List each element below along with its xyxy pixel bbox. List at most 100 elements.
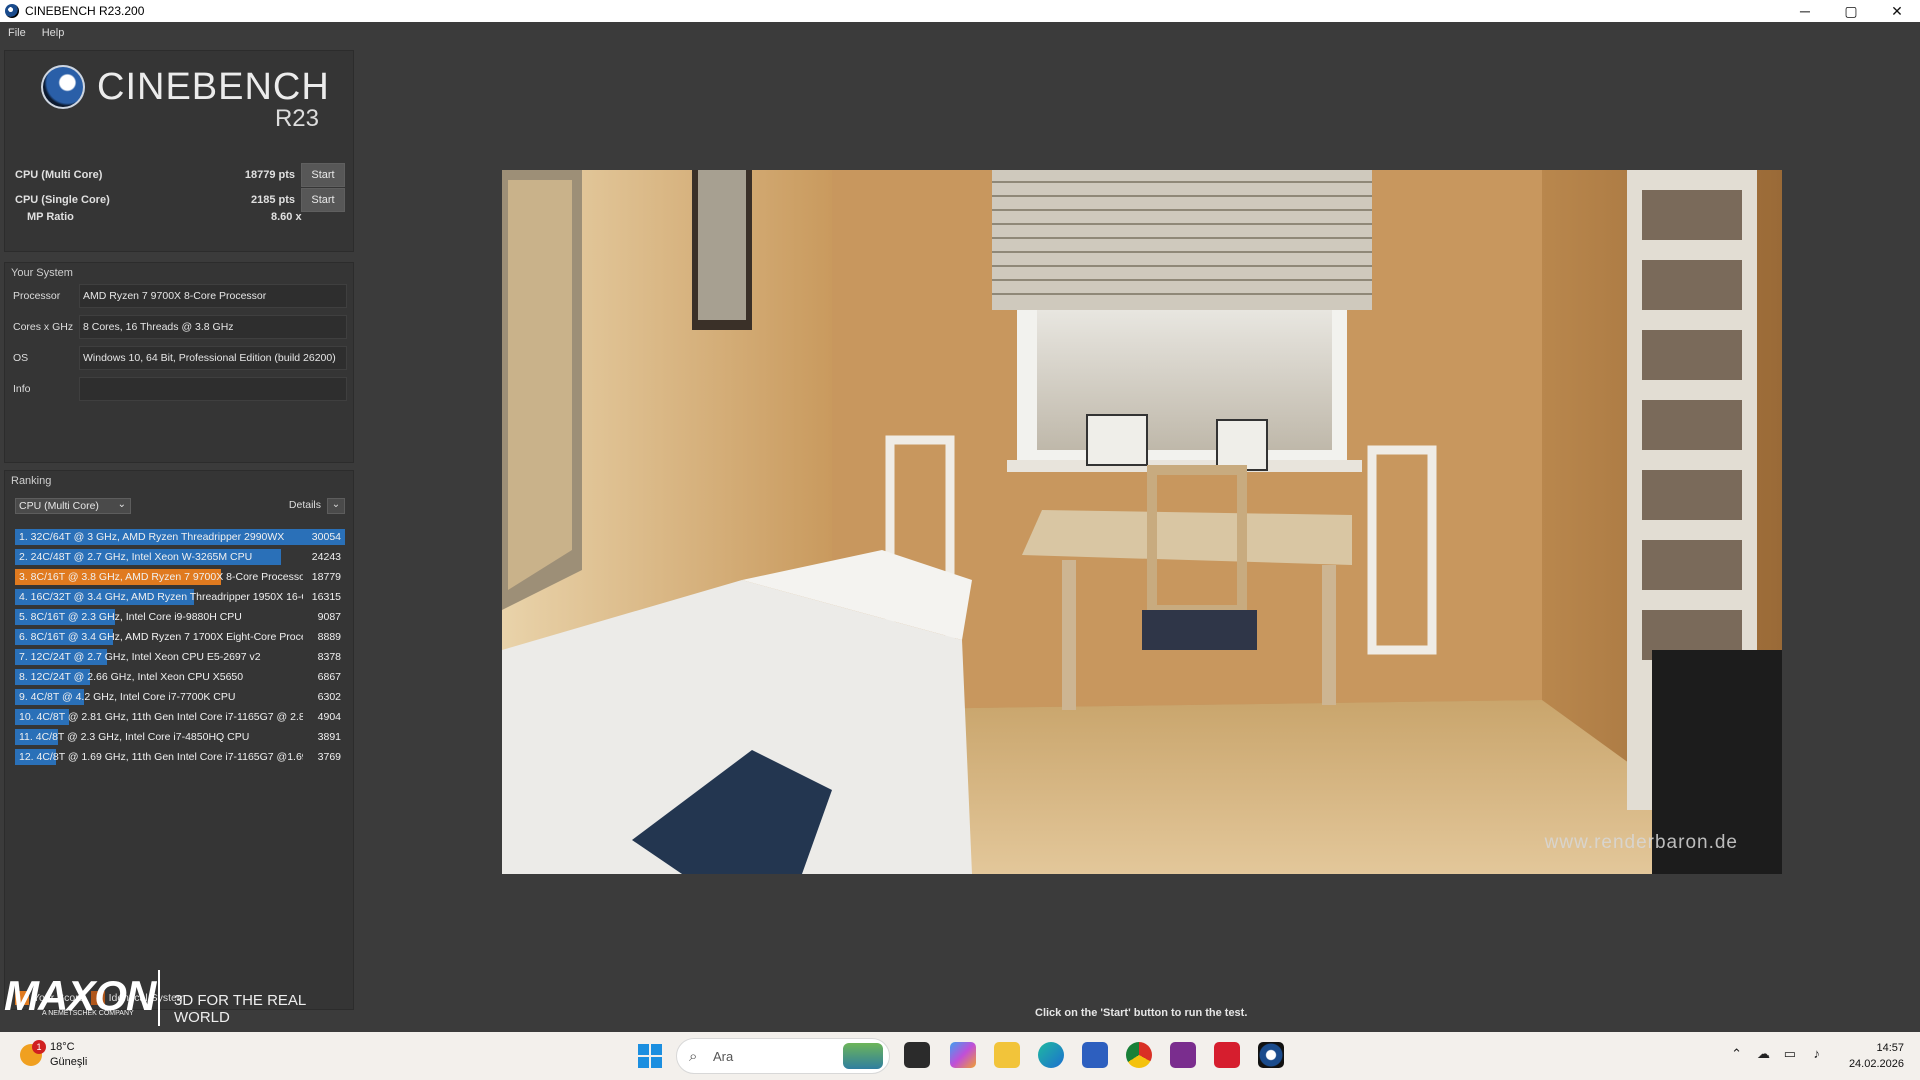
ranking-cpu-name: 8. 12C/24T @ 2.66 GHz, Intel Xeon CPU X5… <box>19 671 244 683</box>
ranking-title: Ranking <box>11 475 52 487</box>
taskbar-clock[interactable]: 14:57 24.02.2026 <box>1849 1040 1904 1072</box>
ranking-cpu-name: 7. 12C/24T @ 2.7 GHz, Intel Xeon CPU E5-… <box>19 651 261 663</box>
ranking-score-value: 18779 <box>311 571 341 583</box>
ranking-row[interactable]: 2. 24C/48T @ 2.7 GHz, Intel Xeon W-3265M… <box>15 547 345 567</box>
ranking-row[interactable]: 5. 8C/16T @ 2.3 GHz, Intel Core i9-9880H… <box>15 607 345 627</box>
file-explorer-icon[interactable] <box>994 1042 1020 1068</box>
chevron-down-icon: ⌄ <box>117 499 126 510</box>
ranking-cpu-name: 5. 8C/16T @ 2.3 GHz, Intel Core i9-9880H… <box>19 611 242 623</box>
ranking-cpu-name: 1. 32C/64T @ 3 GHz, AMD Ryzen Threadripp… <box>19 531 285 543</box>
ranking-mode-dropdown[interactable]: CPU (Multi Core) ⌄ <box>15 498 131 514</box>
ranking-cpu-name: 2. 24C/48T @ 2.7 GHz, Intel Xeon W-3265M… <box>19 551 253 563</box>
volume-icon[interactable]: ♪ <box>1814 1046 1821 1061</box>
sun-icon: 1 <box>20 1040 46 1066</box>
maxon-tagline: 3D FOR THE REAL WORLD <box>174 992 306 1026</box>
info-field[interactable] <box>79 377 347 401</box>
ranking-score-value: 16315 <box>311 591 341 603</box>
taskbar-search[interactable]: ⌕ Ara <box>676 1038 890 1074</box>
render-watermark: www.renderbaron.de <box>1544 832 1738 853</box>
ranking-row[interactable]: 10. 4C/8T @ 2.81 GHz, 11th Gen Intel Cor… <box>15 707 345 727</box>
multi-core-start-button[interactable]: Start <box>301 163 345 187</box>
ranking-score-value: 9087 <box>317 611 341 623</box>
ranking-cpu-name: 10. 4C/8T @ 2.81 GHz, 11th Gen Intel Cor… <box>19 711 303 723</box>
ranking-row[interactable]: 9. 4C/8T @ 4.2 GHz, Intel Core i7-7700K … <box>15 687 345 707</box>
menu-help[interactable]: Help <box>34 27 73 39</box>
render-viewport: www.renderbaron.de <box>502 170 1782 874</box>
ranking-row[interactable]: 12. 4C/8T @ 1.69 GHz, 11th Gen Intel Cor… <box>15 747 345 767</box>
notification-badge: 1 <box>32 1040 46 1054</box>
chrome-icon[interactable] <box>1126 1042 1152 1068</box>
ranking-cpu-name: 4. 16C/32T @ 3.4 GHz, AMD Ryzen Threadri… <box>19 591 303 603</box>
os-field[interactable]: Windows 10, 64 Bit, Professional Edition… <box>79 346 347 370</box>
logo-version: R23 <box>274 105 319 132</box>
chevron-up-icon[interactable]: ⌃ <box>1731 1046 1742 1062</box>
ranking-row[interactable]: 11. 4C/8T @ 2.3 GHz, Intel Core i7-4850H… <box>15 727 345 747</box>
status-message: Click on the 'Start' button to run the t… <box>1035 1007 1248 1019</box>
render-scene-image <box>502 170 1782 874</box>
ranking-score-value: 4904 <box>317 711 341 723</box>
ranking-cpu-name: 11. 4C/8T @ 2.3 GHz, Intel Core i7-4850H… <box>19 731 250 743</box>
ranking-row[interactable]: 3. 8C/16T @ 3.8 GHz, AMD Ryzen 7 9700X 8… <box>15 567 345 587</box>
weather-description: Güneşli <box>50 1056 88 1068</box>
ranking-row[interactable]: 1. 32C/64T @ 3 GHz, AMD Ryzen Threadripp… <box>15 527 345 547</box>
weather-temperature: 18°C <box>50 1041 75 1053</box>
window-title: CINEBENCH R23.200 <box>25 4 145 18</box>
menu-bar: File Help <box>0 22 1920 44</box>
maximize-button[interactable]: ▢ <box>1828 0 1874 22</box>
maxon-footer: MAXON A NEMETSCHEK COMPANY 3D FOR THE RE… <box>4 968 354 1028</box>
red-app-icon[interactable] <box>1214 1042 1240 1068</box>
details-label: Details <box>288 499 321 511</box>
left-panel: CINEBENCH R23 CPU (Multi Core) 18779 pts… <box>4 50 355 1010</box>
ranking-score-value: 6302 <box>317 691 341 703</box>
ranking-row[interactable]: 7. 12C/24T @ 2.7 GHz, Intel Xeon CPU E5-… <box>15 647 345 667</box>
cloud-offline-icon[interactable]: ☁ <box>1757 1046 1770 1062</box>
ranking-score-value: 30054 <box>311 531 341 543</box>
camera-app-icon[interactable] <box>1170 1042 1196 1068</box>
windows-start-icon[interactable] <box>638 1044 662 1068</box>
clock-date: 24.02.2026 <box>1848 1058 1904 1070</box>
minimize-button[interactable]: ─ <box>1782 0 1828 22</box>
network-icon[interactable]: ▭ <box>1784 1046 1796 1062</box>
multi-core-row: CPU (Multi Core) 18779 pts Start <box>5 163 355 187</box>
cinebench-logo-icon <box>41 65 85 109</box>
cinebench-logo: CINEBENCH <box>41 65 330 109</box>
close-button[interactable]: ✕ <box>1874 0 1920 22</box>
single-core-label: CPU (Single Core) <box>15 194 110 206</box>
weather-text: 18°C Güneşli <box>50 1040 87 1070</box>
ranking-row[interactable]: 6. 8C/16T @ 3.4 GHz, AMD Ryzen 7 1700X E… <box>15 627 345 647</box>
search-highlight-image <box>843 1043 883 1069</box>
cores-field[interactable]: 8 Cores, 16 Threads @ 3.8 GHz <box>79 315 347 339</box>
ranking-score-value: 6867 <box>317 671 341 683</box>
ranking-list: 1. 32C/64T @ 3 GHz, AMD Ryzen Threadripp… <box>15 527 345 767</box>
mp-ratio-value: 8.60 x <box>271 211 302 223</box>
your-system-title: Your System <box>11 267 73 279</box>
multi-core-label: CPU (Multi Core) <box>15 169 103 181</box>
menu-file[interactable]: File <box>0 27 34 39</box>
ranking-row[interactable]: 8. 12C/24T @ 2.66 GHz, Intel Xeon CPU X5… <box>15 667 345 687</box>
ranking-cpu-name: 9. 4C/8T @ 4.2 GHz, Intel Core i7-7700K … <box>19 691 236 703</box>
multi-core-score: 18779 pts <box>244 169 295 181</box>
system-row-processor: Processor AMD Ryzen 7 9700X 8-Core Proce… <box>5 284 355 308</box>
edge-browser-icon[interactable] <box>1038 1042 1064 1068</box>
single-core-row: CPU (Single Core) 2185 pts Start <box>5 188 355 212</box>
microsoft-store-icon[interactable] <box>1082 1042 1108 1068</box>
processor-field[interactable]: AMD Ryzen 7 9700X 8-Core Processor <box>79 284 347 308</box>
system-row-os: OS Windows 10, 64 Bit, Professional Edit… <box>5 346 355 370</box>
system-row-cores: Cores x GHz 8 Cores, 16 Threads @ 3.8 GH… <box>5 315 355 339</box>
weather-widget[interactable]: 1 18°C Güneşli <box>20 1040 87 1070</box>
ranking-cpu-name: 6. 8C/16T @ 3.4 GHz, AMD Ryzen 7 1700X E… <box>19 631 303 643</box>
task-view-icon[interactable] <box>904 1042 930 1068</box>
search-icon: ⌕ <box>689 1048 698 1065</box>
ranking-cpu-name: 3. 8C/16T @ 3.8 GHz, AMD Ryzen 7 9700X 8… <box>19 571 303 583</box>
system-key: OS <box>13 352 29 364</box>
clock-time: 14:57 <box>1876 1042 1904 1054</box>
title-bar: CINEBENCH R23.200 ─ ▢ ✕ <box>0 0 1920 22</box>
ranking-panel: Ranking CPU (Multi Core) ⌄ Details ⌄ 1. … <box>4 470 354 1010</box>
single-core-start-button[interactable]: Start <box>301 188 345 212</box>
microsoft-365-icon[interactable] <box>950 1042 976 1068</box>
cinebench-app-icon <box>5 4 19 18</box>
cinebench-taskbar-icon[interactable] <box>1258 1042 1284 1068</box>
details-toggle-button[interactable]: ⌄ <box>327 498 345 514</box>
ranking-row[interactable]: 4. 16C/32T @ 3.4 GHz, AMD Ryzen Threadri… <box>15 587 345 607</box>
ranking-score-value: 8378 <box>317 651 341 663</box>
